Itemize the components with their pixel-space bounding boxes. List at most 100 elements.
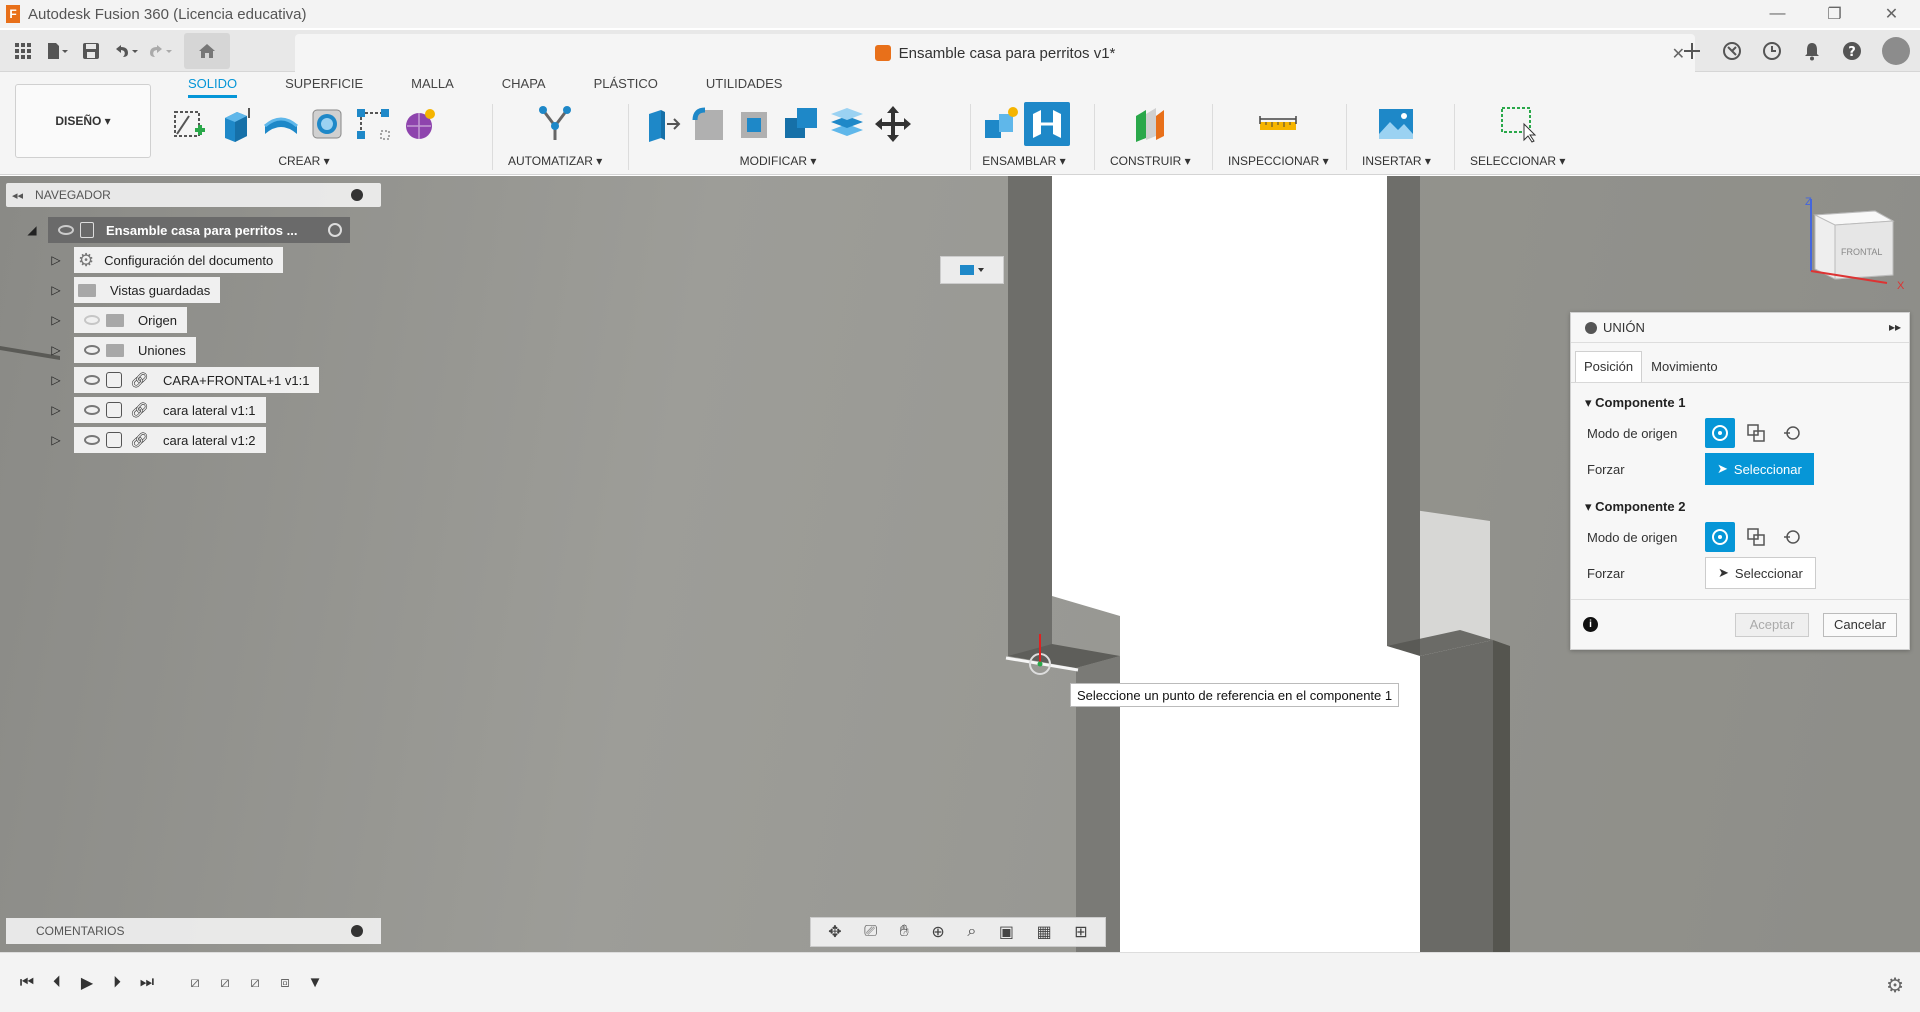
visibility-eye-icon[interactable] [84,435,100,445]
go-to-start-icon[interactable]: ⏮ [12,971,42,995]
expand-triangle-icon[interactable]: ▷ [48,253,64,267]
orbit-icon[interactable]: ✥ [828,922,841,942]
expand-triangle-icon[interactable]: ▷ [48,373,64,387]
nav-item-joints[interactable]: ▷ Uniones [48,337,196,363]
between-two-faces-icon[interactable] [1741,522,1771,552]
step-back-icon[interactable]: ⏴ [42,971,72,995]
save-icon[interactable] [76,36,106,66]
two-edge-intersection-icon[interactable] [1777,418,1807,448]
construir-label[interactable]: CONSTRUIR ▾ [1110,154,1191,168]
navigator-header[interactable]: ◂◂ NAVEGADOR [6,183,381,207]
ok-button[interactable]: Aceptar [1735,612,1809,637]
navigator-minimize-icon[interactable] [351,189,363,201]
nav-chip-config[interactable]: ⚙ Configuración del documento [74,247,284,273]
nav-chip-origin[interactable]: Origen [74,307,188,333]
timeline-feature-icon[interactable]: ⧄ [210,969,240,995]
timeline-marker-icon[interactable]: ▼ [300,969,330,995]
look-at-icon[interactable]: ⎚ [864,923,877,941]
seleccionar-label[interactable]: SELECCIONAR ▾ [1470,154,1565,168]
component1-section[interactable]: ▾ Componente 1 [1585,395,1909,411]
viewcube[interactable]: FRONTAL Z X [1805,195,1910,292]
timeline-joint-icon[interactable]: ⧈ [270,969,300,995]
timeline-feature-icon[interactable]: ⧄ [180,969,210,995]
add-comment-icon[interactable] [351,925,363,937]
modificar-label[interactable]: MODIFICAR ▾ [740,154,817,168]
fillet-icon[interactable] [686,102,732,146]
offset-plane-icon[interactable] [1127,102,1173,146]
zoom-icon[interactable]: ⊕ [931,922,944,942]
collapse-triangle-icon[interactable]: ◢ [24,223,40,237]
tab-chapa[interactable]: CHAPA [502,72,546,98]
visibility-eye-icon[interactable] [58,225,74,235]
select-window-icon[interactable] [1495,102,1541,146]
measure-icon[interactable] [1255,102,1301,146]
go-to-end-icon[interactable]: ⏭ [132,971,162,995]
tab-utilidades[interactable]: UTILIDADES [706,72,783,98]
viewports-icon[interactable]: ⊞ [1074,922,1087,942]
nav-item-component[interactable]: ▷ 🔗︎ cara lateral v1:2 [48,427,266,453]
play-icon[interactable]: ▶ [72,971,102,995]
tab-malla[interactable]: MALLA [411,72,454,98]
document-tab[interactable]: Ensamble casa para perritos v1* ✕ [295,34,1695,72]
data-panel-grid-icon[interactable] [8,36,38,66]
tab-superficie[interactable]: SUPERFICIE [285,72,363,98]
dialog-expand-icon[interactable]: ▸▸ [1889,320,1901,334]
move-copy-icon[interactable] [870,102,916,146]
expand-triangle-icon[interactable]: ▷ [48,433,64,447]
new-tab-plus-icon[interactable] [1674,36,1710,66]
pattern-icon[interactable] [350,102,396,146]
tab-movimiento[interactable]: Movimiento [1642,351,1726,382]
inspeccionar-label[interactable]: INSPECCIONAR ▾ [1228,154,1329,168]
timeline-feature-icon[interactable]: ⧄ [240,969,270,995]
nav-chip-joints[interactable]: Uniones [74,337,196,363]
display-settings-icon[interactable]: ▣ [999,922,1014,942]
restore-button[interactable]: ❐ [1806,0,1863,28]
collapse-arrows-icon[interactable]: ◂◂ [12,189,23,202]
minimize-button[interactable]: — [1749,0,1806,28]
revolve-icon[interactable] [258,102,304,146]
joint-icon[interactable] [1024,102,1070,146]
shell-icon[interactable] [732,102,778,146]
nav-item-config[interactable]: ▷ ⚙ Configuración del documento [48,247,284,273]
timeline-settings-gear-icon[interactable]: ⚙ [1886,973,1904,998]
nav-item-component[interactable]: ▷ 🔗︎ cara lateral v1:1 [48,397,266,423]
grid-settings-icon[interactable]: ▦ [1037,922,1052,942]
component2-section[interactable]: ▾ Componente 2 [1585,499,1909,515]
nav-chip-component[interactable]: 🔗︎ CARA+FRONTAL+1 v1:1 [74,367,320,393]
redo-icon[interactable] [144,36,174,66]
dialog-collapse-icon[interactable] [1585,321,1597,334]
nav-chip-saved-views[interactable]: Vistas guardadas [74,277,221,303]
undo-icon[interactable] [110,36,140,66]
select-snap-button-2[interactable]: ➤ Seleccionar [1705,557,1816,589]
cancel-button[interactable]: Cancelar [1823,612,1897,637]
home-icon[interactable] [184,33,230,69]
between-two-faces-icon[interactable] [1741,418,1771,448]
simple-mode-icon[interactable] [1705,418,1735,448]
nav-root-item[interactable]: Ensamble casa para perritos ... [48,217,350,243]
expand-triangle-icon[interactable]: ▷ [48,403,64,417]
visibility-eye-icon[interactable] [84,405,100,415]
expand-triangle-icon[interactable]: ▷ [48,343,64,357]
crear-label[interactable]: CREAR ▾ [278,154,329,168]
extrude-icon[interactable] [212,102,258,146]
nav-chip-component[interactable]: 🔗︎ cara lateral v1:1 [74,397,266,423]
extensions-icon[interactable] [1714,36,1750,66]
nav-chip-component[interactable]: 🔗︎ cara lateral v1:2 [74,427,266,453]
press-pull-icon[interactable] [640,102,686,146]
automate-icon[interactable] [532,102,578,146]
expand-triangle-icon[interactable]: ▷ [48,283,64,297]
create-form-icon[interactable] [396,102,442,146]
select-snap-button-1[interactable]: ➤ Seleccionar [1705,453,1814,485]
step-forward-icon[interactable]: ⏵ [102,971,132,995]
hole-icon[interactable] [304,102,350,146]
user-avatar[interactable] [1882,37,1910,65]
nav-item-component[interactable]: ▷ 🔗︎ CARA+FRONTAL+1 v1:1 [48,367,320,393]
new-component-icon[interactable] [978,102,1024,146]
pan-hand-icon[interactable]: ✋︎ [900,923,909,941]
combine-icon[interactable] [778,102,824,146]
tab-plastico[interactable]: PLÁSTICO [594,72,658,98]
dialog-header[interactable]: UNIÓN ▸▸ [1571,313,1909,343]
offset-face-icon[interactable] [824,102,870,146]
tab-solido[interactable]: SOLIDO [188,72,238,98]
help-icon[interactable]: ? [1834,36,1870,66]
